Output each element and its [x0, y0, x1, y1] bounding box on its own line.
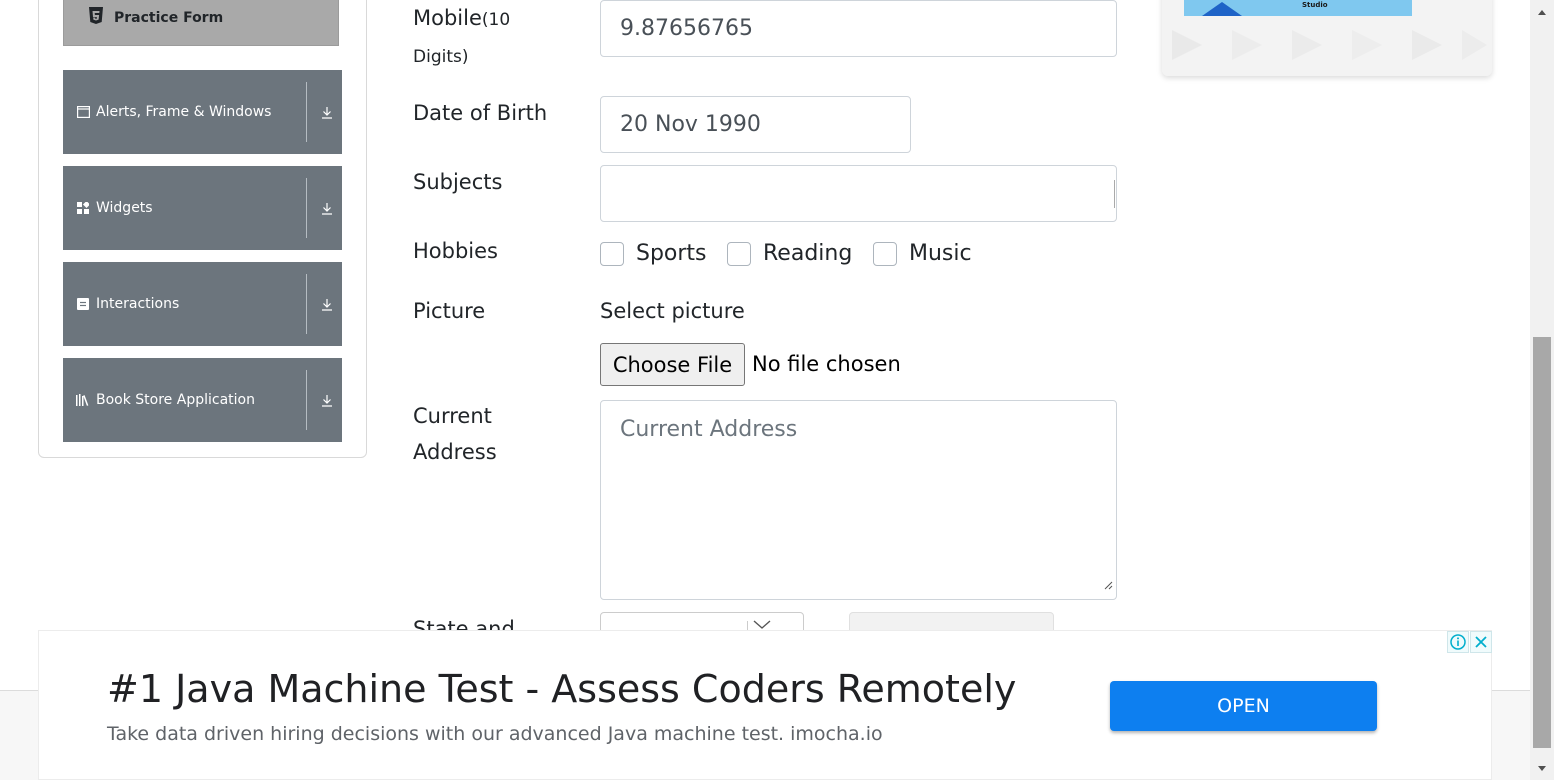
- mobile-label-text: Mobile: [413, 6, 482, 30]
- current-address-textarea[interactable]: Current Address: [600, 400, 1117, 600]
- divider: [306, 370, 307, 430]
- ad-info-icon[interactable]: [1447, 631, 1469, 653]
- select-picture-label: Select picture: [600, 299, 745, 323]
- subjects-input[interactable]: [600, 165, 1117, 222]
- hobbies-label: Hobbies: [413, 239, 498, 263]
- no-file-chosen-text: No file chosen: [752, 352, 901, 376]
- hobby-sports-checkbox[interactable]: Sports: [600, 241, 707, 266]
- divider: [306, 274, 307, 334]
- ad-open-button[interactable]: OPEN: [1110, 681, 1377, 731]
- checkbox-label: Music: [909, 241, 972, 266]
- choose-file-button[interactable]: Choose File: [600, 343, 745, 386]
- text-cursor: [1114, 180, 1115, 208]
- mobile-input[interactable]: 9.87656765: [600, 0, 1117, 57]
- sidebar-group-alerts[interactable]: Alerts, Frame & Windows: [63, 70, 342, 154]
- checkbox-box[interactable]: [600, 241, 624, 266]
- checkbox-box[interactable]: [873, 241, 897, 266]
- checkbox-box[interactable]: [727, 241, 751, 266]
- ad-description[interactable]: Take data driven hiring decisions with o…: [107, 723, 883, 745]
- address-placeholder: Current Address: [620, 417, 798, 442]
- mobile-hint: (10: [481, 10, 511, 30]
- checkbox-label: Reading: [763, 241, 853, 266]
- hobby-music-checkbox[interactable]: Music: [873, 241, 972, 266]
- divider: [306, 178, 307, 238]
- subjects-label: Subjects: [413, 170, 503, 194]
- ad-title[interactable]: #1 Java Machine Test - Assess Coders Rem…: [107, 667, 1016, 711]
- promo-caption: Studio: [1302, 1, 1328, 9]
- dob-input[interactable]: 20 Nov 1990: [600, 96, 911, 153]
- mobile-value: 9.87656765: [620, 16, 753, 41]
- sidebar-group-interactions[interactable]: Interactions: [63, 262, 342, 346]
- html5-icon: [88, 7, 104, 29]
- picture-label: Picture: [413, 299, 486, 323]
- promo-background: [1162, 0, 1492, 76]
- interactions-icon: [76, 298, 90, 310]
- dob-value: 20 Nov 1990: [620, 112, 761, 137]
- mobile-label: Mobile(10: [413, 6, 510, 30]
- window-icon: [76, 106, 90, 118]
- dob-label: Date of Birth: [413, 101, 548, 125]
- resize-handle-icon[interactable]: [1102, 571, 1113, 596]
- sidebar-item-practice-form[interactable]: Practice Form: [63, 0, 339, 46]
- sidebar-group-widgets[interactable]: Widgets: [63, 166, 342, 250]
- ad-banner[interactable]: #1 Java Machine Test - Assess Coders Rem…: [38, 630, 1492, 780]
- bookstore-icon: [76, 394, 90, 406]
- sidebar-group-book-store[interactable]: Book Store Application: [63, 358, 342, 442]
- address-label-line1: Current: [413, 404, 492, 428]
- download-arrow-icon[interactable]: [315, 70, 339, 154]
- address-label-line2: Address: [413, 440, 497, 464]
- checkbox-label: Sports: [636, 241, 707, 266]
- download-arrow-icon[interactable]: [315, 262, 339, 346]
- download-arrow-icon[interactable]: [315, 166, 339, 250]
- mobile-hint-digits: Digits): [413, 47, 469, 67]
- promo-card[interactable]: Studio: [1162, 0, 1492, 76]
- scrollbar-thumb[interactable]: [1533, 337, 1551, 748]
- divider: [306, 82, 307, 142]
- sidebar-item-label: Practice Form: [114, 10, 224, 26]
- scroll-down-arrow-icon[interactable]: [1530, 760, 1554, 777]
- ad-close-icon[interactable]: [1470, 631, 1492, 653]
- download-arrow-icon[interactable]: [315, 358, 339, 442]
- scroll-up-arrow-icon[interactable]: [1530, 3, 1554, 20]
- hobby-reading-checkbox[interactable]: Reading: [727, 241, 852, 266]
- widgets-icon: [76, 202, 90, 214]
